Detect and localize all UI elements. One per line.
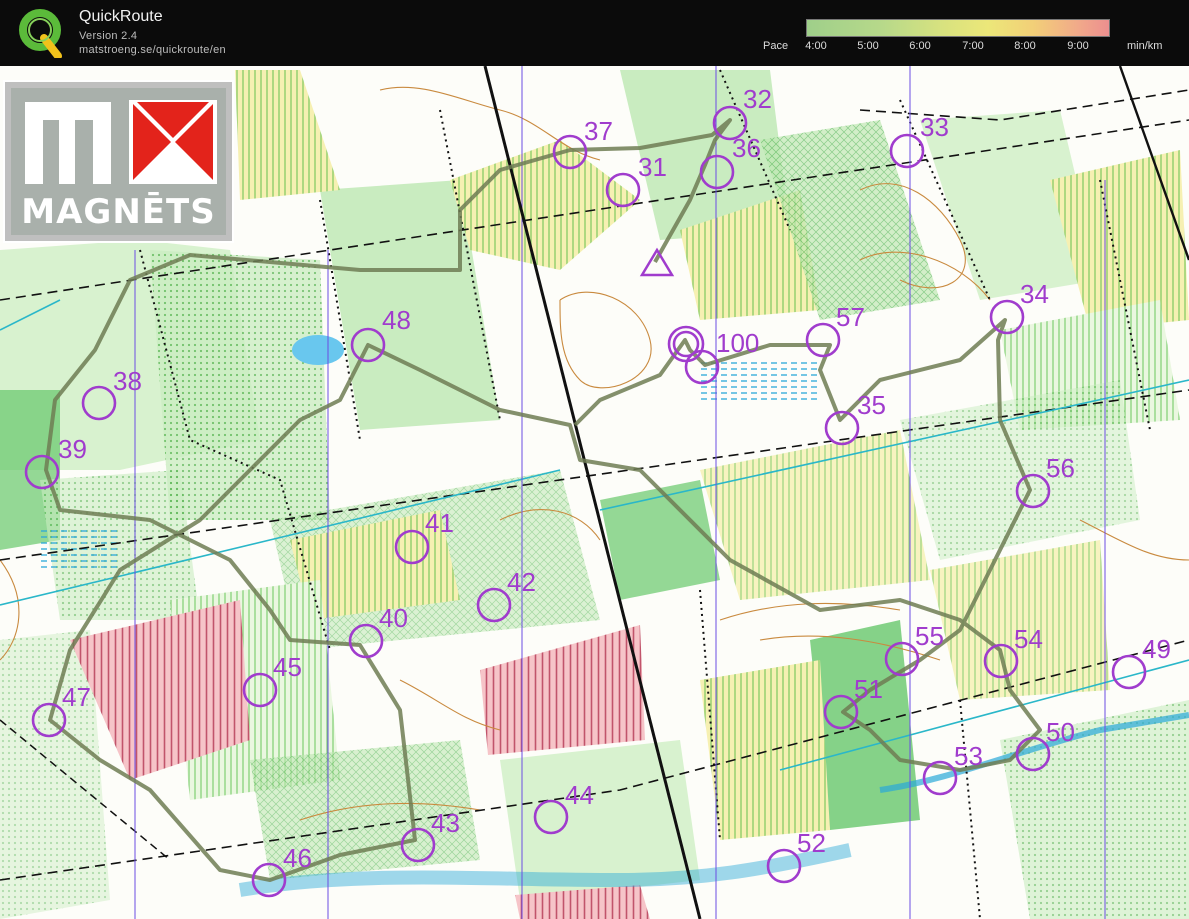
control-number: 42 — [507, 567, 536, 597]
pace-tick: 4:00 — [805, 40, 827, 52]
sponsor-logo: MAGNĒTS — [3, 80, 234, 243]
control-number: 55 — [915, 621, 944, 651]
control-circle — [1111, 654, 1147, 690]
control-number: 37 — [584, 116, 613, 146]
control-number: 50 — [1046, 717, 1075, 747]
app-version: Version 2.4 — [79, 30, 138, 42]
control-number: 53 — [954, 741, 983, 771]
control-number: 36 — [732, 133, 761, 163]
control-number: 41 — [425, 508, 454, 538]
control-number: 49 — [1142, 634, 1171, 664]
pace-label: Pace — [763, 40, 789, 52]
control-circle — [989, 299, 1025, 335]
control-number: 56 — [1046, 453, 1075, 483]
pace-tick: 8:00 — [1014, 40, 1036, 52]
pace-tick: 6:00 — [909, 40, 931, 52]
control-number: 51 — [854, 674, 883, 704]
pace-tick: 7:00 — [962, 40, 984, 52]
control-number: 44 — [565, 780, 594, 810]
control-number: 31 — [638, 152, 667, 182]
control-number: 39 — [58, 434, 87, 464]
control-number: 48 — [382, 305, 411, 335]
mx-logo-icon — [25, 100, 217, 184]
control-number: 43 — [431, 808, 460, 838]
pace-color-scale — [806, 19, 1110, 37]
control-number: 40 — [379, 603, 408, 633]
control-number: 34 — [1020, 279, 1049, 309]
orienteering-map[interactable]: 31 32 33 34 35 36 37 38 39 40 41 42 43 4… — [0, 66, 1189, 919]
control-number: 33 — [920, 112, 949, 142]
pace-unit: min/km — [1127, 40, 1163, 52]
control-number: 38 — [113, 366, 142, 396]
control-number: 46 — [283, 843, 312, 873]
app-title: QuickRoute — [79, 8, 163, 25]
control-number: 54 — [1014, 624, 1043, 654]
sponsor-logo-text: MAGNĒTS — [21, 192, 216, 232]
control-number: 100 — [716, 328, 759, 358]
control-number: 32 — [743, 84, 772, 114]
quickroute-header: QuickRoute Version 2.4 matstroeng.se/qui… — [0, 0, 1189, 66]
control-number: 52 — [797, 828, 826, 858]
quickroute-logo-icon — [19, 9, 62, 58]
pace-tick: 5:00 — [857, 40, 879, 52]
control-number: 35 — [857, 390, 886, 420]
control-number: 47 — [62, 682, 91, 712]
pace-tick: 9:00 — [1067, 40, 1089, 52]
control-number: 57 — [836, 302, 865, 332]
app-url[interactable]: matstroeng.se/quickroute/en — [79, 44, 226, 56]
control-number: 45 — [273, 652, 302, 682]
control-circle — [805, 322, 841, 358]
